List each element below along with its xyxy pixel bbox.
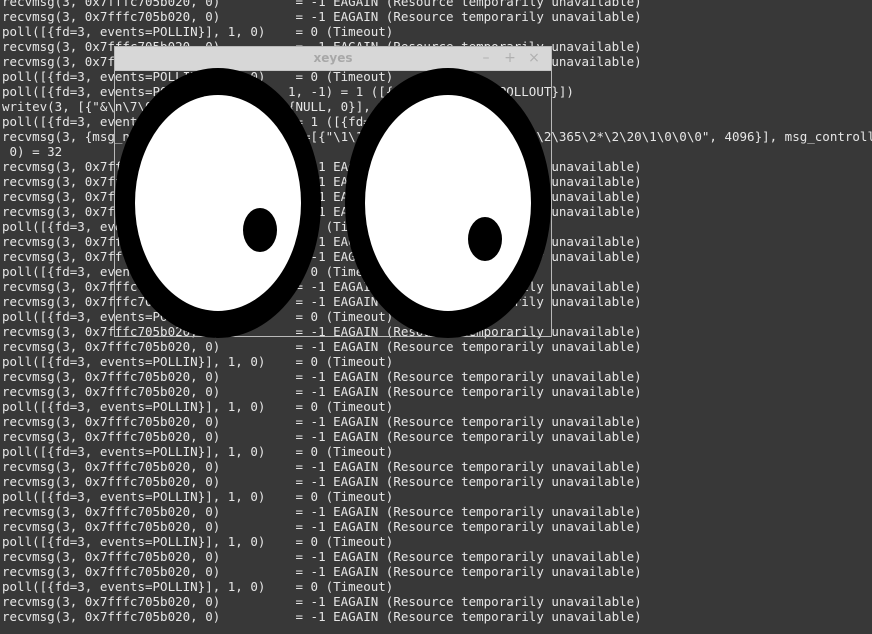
- right-pupil: [468, 217, 502, 261]
- xeyes-canvas: [115, 68, 551, 338]
- left-eye-white: [135, 95, 301, 311]
- right-eye-white: [365, 95, 531, 311]
- left-pupil: [243, 208, 277, 252]
